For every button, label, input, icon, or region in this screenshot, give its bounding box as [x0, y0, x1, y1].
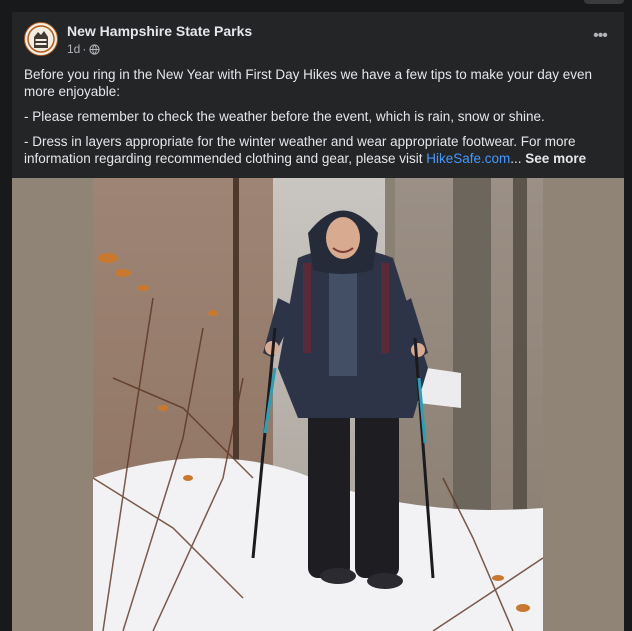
- post-paragraph-last: - Dress in layers appropriate for the wi…: [24, 133, 608, 167]
- meta-separator: ·: [82, 42, 87, 56]
- globe-icon[interactable]: [89, 43, 100, 55]
- ellipsis-icon: •••: [593, 27, 608, 44]
- post-header: New Hampshire State Parks 1d · •••: [12, 12, 624, 68]
- post-photo[interactable]: [93, 178, 543, 631]
- page-name[interactable]: New Hampshire State Parks: [67, 23, 252, 39]
- post-text: Before you ring in the New Year with Fir…: [24, 66, 608, 175]
- page-avatar[interactable]: [24, 22, 58, 56]
- post-time[interactable]: 1d: [67, 42, 80, 56]
- see-more-button[interactable]: See more: [525, 151, 586, 166]
- hikesafe-link[interactable]: HikeSafe.com: [426, 151, 510, 166]
- post-card: New Hampshire State Parks 1d · ••• Befor…: [12, 12, 624, 631]
- post-meta: 1d ·: [67, 42, 100, 56]
- post-paragraph: Before you ring in the New Year with Fir…: [24, 67, 593, 99]
- hiker-photo-image: [93, 178, 543, 631]
- park-logo-icon: [26, 24, 56, 54]
- text-ellipsis: ...: [510, 151, 526, 166]
- post-paragraph: - Please remember to check the weather b…: [24, 109, 545, 124]
- post-photo-container[interactable]: [12, 178, 624, 631]
- top-bar: [0, 0, 632, 12]
- top-bar-button[interactable]: [584, 0, 624, 4]
- more-options-button[interactable]: •••: [588, 27, 612, 44]
